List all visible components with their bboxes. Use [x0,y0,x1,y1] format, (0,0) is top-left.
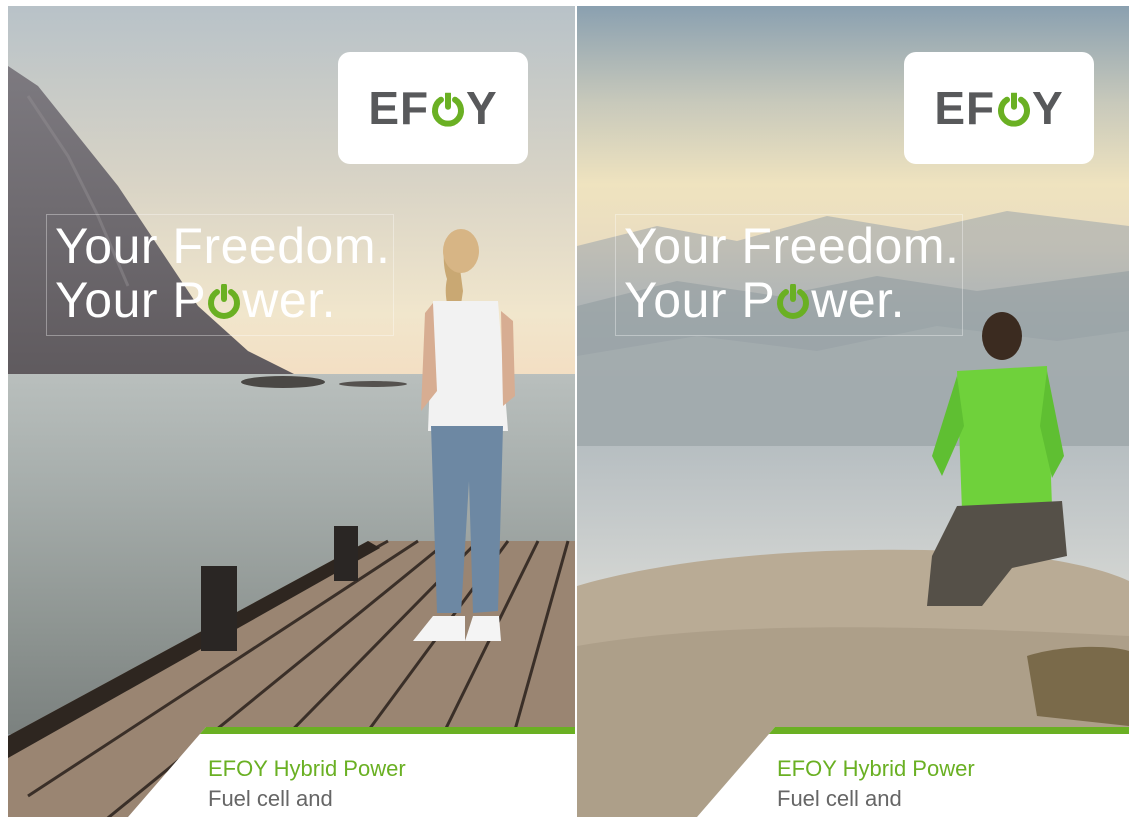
efoy-logo: EFOY [368,82,498,134]
power-icon [997,92,1030,127]
footer-title: EFOY Hybrid Power [777,756,975,781]
headline: Your Freedom. Your Pwer. [46,214,394,336]
headline: Your Freedom. Your Pwer. [615,214,963,336]
efoy-logo-box: EFOY [338,52,528,164]
headline-line-1: Your Freedom. [624,218,960,274]
footer-subtitle: Fuel cell and [208,786,333,811]
man-figure [927,312,1067,606]
footer-title: EFOY Hybrid Power [208,756,406,781]
islet [241,376,325,388]
footer-subtitle: Fuel cell and [777,786,902,811]
headline-line-2: Your Pwer. [624,272,905,328]
power-icon [206,276,242,319]
power-icon [431,92,464,127]
headline-line-2: Your Pwer. [55,272,336,328]
poster-right: EFOY Your Freedom. Your Pwer. EFOY Hybri… [577,6,1129,817]
footer-panel: EFOY Hybrid Power Fuel cell and [128,727,575,817]
power-icon [775,276,811,319]
efoy-logo: EFOY [934,82,1064,134]
efoy-logo-box: EFOY [904,52,1094,164]
islet [339,381,407,387]
woman-figure [413,229,515,641]
headline-line-1: Your Freedom. [55,218,391,274]
poster-left: EFOY Your Freedom. Your Pwer. EFOY Hybri… [8,6,575,817]
